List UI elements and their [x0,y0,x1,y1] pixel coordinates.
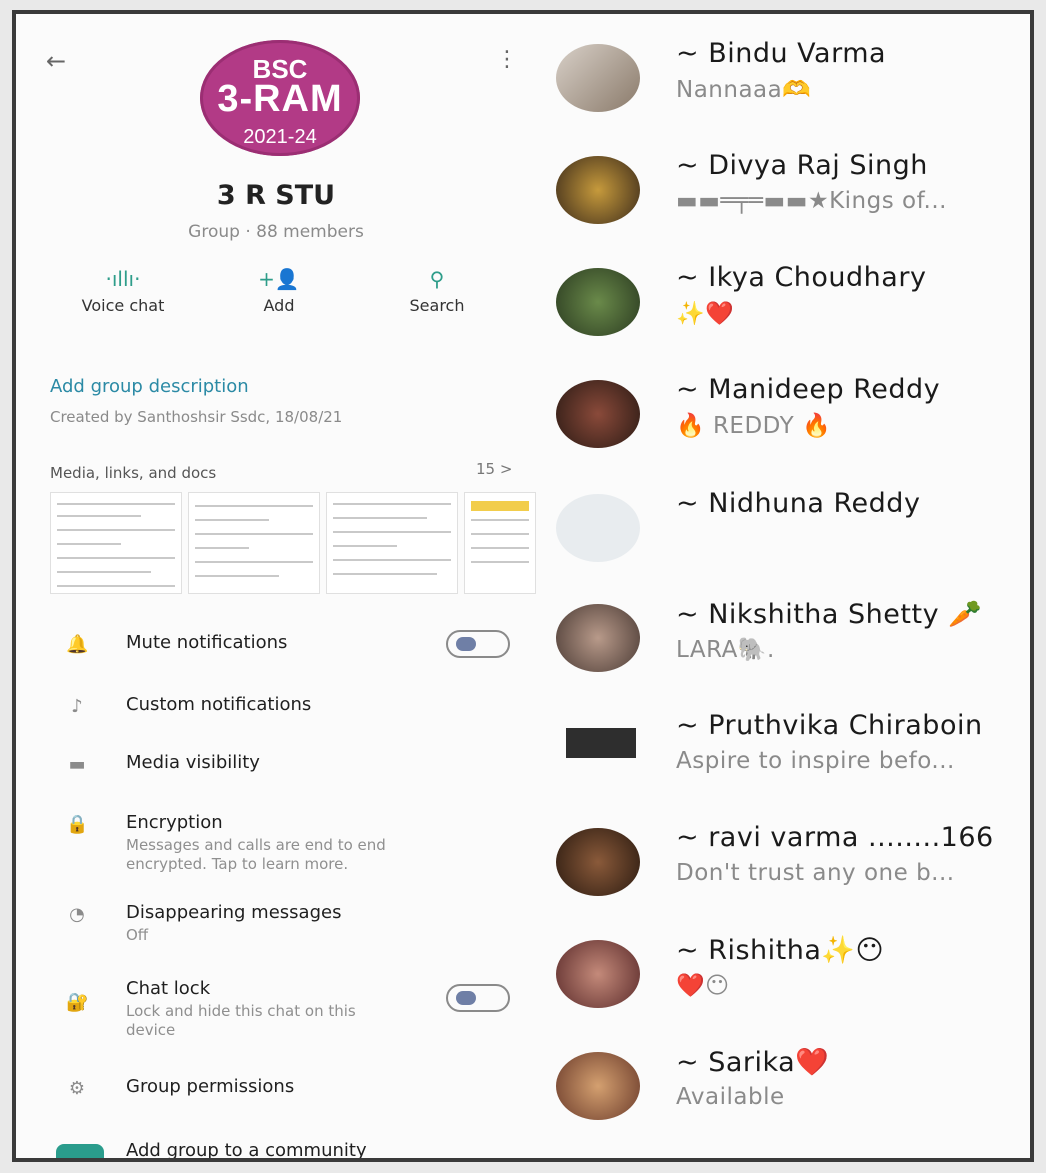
more-options-icon[interactable]: ⋮ [496,48,518,72]
member-avatar [556,828,640,896]
music-note-icon: ♪ [71,696,83,717]
member-row[interactable]: ~ Ikya Choudhary ✨❤️ [536,262,1030,378]
member-row[interactable]: ~ Rishitha✨😶 ❤️😶 [536,935,1030,1050]
group-avatar[interactable]: BSC 3-RAM 2021-24 [200,40,360,156]
member-name: ~ Rishitha✨😶 [676,935,885,966]
add-label: Add [263,296,295,315]
member-row[interactable]: ~ ravi varma ........166 Don't trust any… [536,822,1030,938]
mute-notifications-label: Mute notifications [126,632,288,653]
member-row[interactable]: ~ Nikshitha Shetty 🥕 LARA🐘. [536,599,1030,714]
member-status: Don't trust any one b... [676,860,955,886]
search-label: Search [409,296,465,315]
member-avatar [556,1052,640,1120]
member-name: ~ Nikshitha Shetty 🥕 [676,599,983,630]
screenshot-frame: ← ⋮ BSC 3-RAM 2021-24 3 R STU Group · 88… [12,10,1034,1162]
media-thumbnail[interactable] [188,492,320,594]
created-by-text: Created by Santhoshsir Ssdc, 18/08/21 [50,408,343,426]
media-visibility-label: Media visibility [126,752,260,773]
voice-chat-label: Voice chat [81,296,165,315]
member-name: ~ ravi varma ........166 [676,822,994,853]
member-row[interactable]: ~ Divya Raj Singh ▬▬═╤═▬▬★Kings of... [536,150,1030,266]
voice-chat-icon: ·ıllı· [105,267,141,291]
member-status: ▬▬═╤═▬▬★Kings of... [676,188,947,214]
timer-icon: ◔ [69,904,85,925]
member-status: ❤️😶 [676,973,730,999]
chat-lock-subtitle: Lock and hide this chat on this device [126,1002,356,1039]
add-button[interactable]: +👤 Add [214,266,344,315]
add-to-community-label: Add group to a community [126,1140,367,1161]
member-status: ✨❤️ [676,301,735,327]
group-permissions-label: Group permissions [126,1076,295,1097]
encryption-subtitle: Messages and calls are end to end encryp… [126,836,386,873]
member-name: ~ Pruthvika Chiraboin [676,710,983,741]
lock-icon: 🔒 [66,814,89,835]
mute-notifications-toggle[interactable] [446,630,510,658]
back-arrow-icon[interactable]: ← [46,48,72,74]
member-name: ~ Ikya Choudhary [676,262,927,293]
search-button[interactable]: ⚲ Search [372,266,502,315]
image-icon: ▬ [68,754,86,775]
media-count[interactable]: 15 > [476,460,512,478]
default-avatar-icon [556,494,640,562]
member-row[interactable]: ~ Manideep Reddy 🔥 REDDY 🔥 [536,374,1030,490]
member-name: ~ Nidhuna Reddy [676,488,921,519]
member-status: Nannaaa🫶 [676,77,812,103]
member-list: ~ Bindu Varma Nannaaa🫶 ~ Divya Raj Singh… [536,14,1030,1158]
avatar-text-line3: 2021-24 [243,126,317,148]
member-status: LARA🐘. [676,637,775,663]
chat-lock-icon: 🔐 [66,992,89,1013]
media-thumbnail[interactable] [326,492,458,594]
member-status: 🔥 REDDY 🔥 [676,413,832,439]
member-name: ~ Bindu Varma [676,38,887,69]
media-section-title[interactable]: Media, links, and docs [50,464,216,482]
avatar-text-line2: 3-RAM [217,78,343,120]
member-status: Available [676,1084,785,1110]
bell-icon: 🔔 [66,634,89,655]
member-row[interactable]: ~ Nidhuna Reddy [536,488,1030,604]
media-thumbnail[interactable] [50,492,182,594]
add-group-description-link[interactable]: Add group description [50,376,249,397]
group-info-panel: ← ⋮ BSC 3-RAM 2021-24 3 R STU Group · 88… [16,14,536,1158]
member-avatar [556,268,640,336]
group-name: 3 R STU [216,180,336,211]
disappearing-messages-value: Off [126,926,149,944]
group-member-count: Group · 88 members [188,222,364,242]
chat-lock-label: Chat lock [126,978,211,999]
media-thumbnails [50,492,536,596]
member-avatar [566,728,636,758]
member-name: ~ Divya Raj Singh [676,150,928,181]
member-avatar [556,380,640,448]
gear-icon: ⚙ [68,1078,86,1099]
member-name: ~ Sarika❤️ [676,1047,830,1078]
member-avatar [556,604,640,672]
search-icon: ⚲ [429,267,445,291]
member-row[interactable]: ~ Bindu Varma Nannaaa🫶 [536,38,1030,154]
member-row[interactable]: ~ Sarika❤️ Available [536,1047,1030,1158]
member-row[interactable]: ~ Pruthvika Chiraboin Aspire to inspire … [536,710,1030,826]
member-avatar [556,940,640,1008]
custom-notifications-label: Custom notifications [126,694,312,715]
chat-lock-toggle[interactable] [446,984,510,1012]
media-thumbnail[interactable] [464,492,536,594]
voice-chat-button[interactable]: ·ıllı· Voice chat [58,266,188,315]
member-status: Aspire to inspire befo... [676,748,955,774]
disappearing-messages-label: Disappearing messages [126,902,342,923]
member-avatar [556,156,640,224]
encryption-label: Encryption [126,812,223,833]
community-icon [56,1144,104,1158]
member-name: ~ Manideep Reddy [676,374,941,405]
add-person-icon: +👤 [258,267,300,291]
member-avatar [556,44,640,112]
